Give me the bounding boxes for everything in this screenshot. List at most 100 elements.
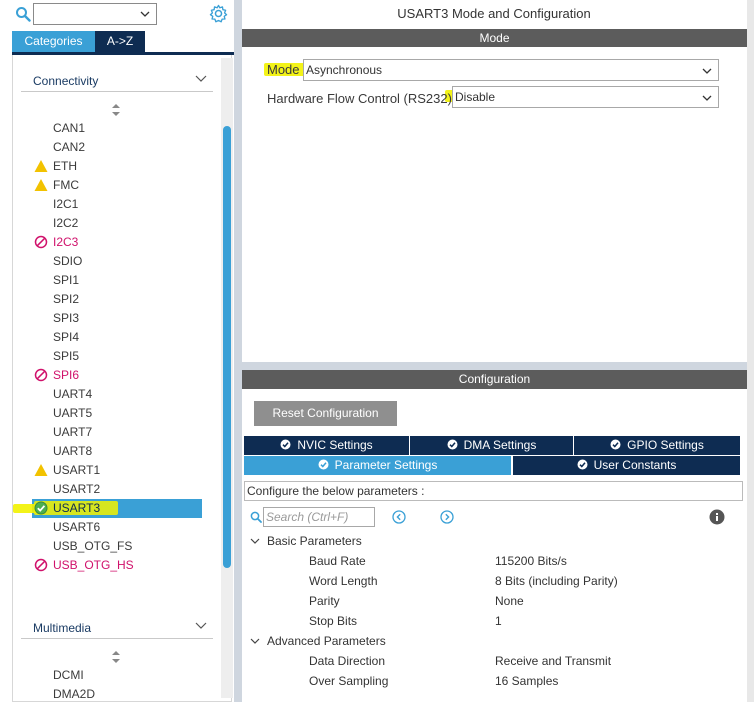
- list-item[interactable]: I2C2: [53, 214, 78, 233]
- list-item[interactable]: UART7: [53, 423, 92, 442]
- next-result-icon[interactable]: [440, 510, 454, 524]
- list-item[interactable]: SPI5: [53, 347, 79, 366]
- param-value[interactable]: 16 Samples: [495, 674, 558, 688]
- tab-dma-settings[interactable]: DMA Settings: [410, 436, 574, 455]
- group-header-connectivity[interactable]: Connectivity: [21, 68, 213, 92]
- search-combo[interactable]: [33, 3, 157, 25]
- right-panel: USART3 Mode and Configuration Mode Mode …: [242, 0, 754, 702]
- tab-label: GPIO Settings: [627, 438, 704, 452]
- chevron-down-icon: [140, 11, 150, 17]
- scroll-arrows-icon[interactable]: [112, 651, 120, 663]
- param-value[interactable]: 115200 Bits/s: [495, 554, 567, 568]
- previous-result-icon[interactable]: [392, 510, 406, 524]
- list-item[interactable]: SPI2: [53, 290, 79, 309]
- group-label: Connectivity: [33, 74, 99, 88]
- tab-nvic-settings[interactable]: NVIC Settings: [244, 436, 410, 455]
- list-item[interactable]: USB_OTG_FS: [53, 537, 132, 556]
- reset-configuration-button[interactable]: Reset Configuration: [254, 401, 397, 426]
- list-item[interactable]: DCMI: [53, 666, 84, 685]
- param-value[interactable]: Receive and Transmit: [495, 654, 611, 668]
- list-item[interactable]: USB_OTG_HS: [53, 556, 134, 575]
- check-circle-icon: [34, 501, 48, 515]
- warning-icon: [34, 160, 48, 172]
- left-scrollbar[interactable]: [221, 58, 233, 698]
- blocked-icon: [34, 368, 48, 382]
- mode-section-header: Mode: [242, 29, 747, 48]
- list-item[interactable]: CAN2: [53, 138, 85, 157]
- chevron-down-icon: [702, 95, 712, 101]
- left-toolbar: [0, 0, 234, 30]
- scroll-arrows-icon[interactable]: [112, 104, 120, 116]
- panel-splitter[interactable]: [234, 0, 242, 702]
- list-item[interactable]: USART6: [53, 518, 100, 537]
- param-name: Over Sampling: [309, 674, 389, 688]
- chevron-down-icon[interactable]: [250, 536, 260, 546]
- list-item[interactable]: FMC: [53, 176, 79, 195]
- mode-select-value: Asynchronous: [306, 63, 383, 77]
- search-icon: [250, 511, 262, 523]
- warning-icon: [34, 464, 48, 476]
- list-item[interactable]: USART2: [53, 480, 100, 499]
- param-name: Stop Bits: [309, 614, 358, 628]
- search-icon[interactable]: [15, 6, 31, 22]
- parameter-search-input[interactable]: Search (Ctrl+F): [263, 507, 375, 527]
- tab-parameter-settings[interactable]: Parameter Settings: [244, 456, 512, 475]
- mode-label: Mode: [267, 62, 300, 77]
- gear-icon[interactable]: [209, 4, 228, 23]
- list-item[interactable]: UART5: [53, 404, 92, 423]
- param-value[interactable]: None: [495, 594, 524, 608]
- right-scrollbar[interactable]: [747, 0, 754, 702]
- list-item[interactable]: USART1: [53, 461, 100, 480]
- left-panel: Categories A->Z Connectivity CAN1 CAN2 E…: [0, 0, 234, 702]
- scrollbar-thumb[interactable]: [223, 126, 231, 568]
- check-circle-icon: [610, 439, 621, 450]
- tab-categories[interactable]: Categories: [12, 31, 95, 52]
- advanced-parameters-group[interactable]: Advanced Parameters: [267, 634, 386, 648]
- blocked-icon: [34, 558, 48, 572]
- list-item[interactable]: ETH: [53, 157, 77, 176]
- param-name: Parity: [309, 594, 340, 608]
- list-item[interactable]: DMA2D: [53, 685, 95, 702]
- list-item[interactable]: SPI3: [53, 309, 79, 328]
- mode-area: Mode Asynchronous Hardware Flow Control …: [242, 47, 747, 362]
- param-value[interactable]: 1: [495, 614, 502, 628]
- category-tabs: Categories A->Z: [12, 31, 145, 52]
- basic-parameters-group[interactable]: Basic Parameters: [267, 534, 362, 548]
- check-circle-icon: [318, 459, 329, 470]
- flow-control-select-value: Disable: [455, 90, 496, 104]
- tab-label: NVIC Settings: [297, 438, 373, 452]
- group-header-multimedia[interactable]: Multimedia: [21, 615, 213, 639]
- chevron-down-icon: [195, 75, 207, 82]
- list-item[interactable]: SPI6: [53, 366, 79, 385]
- tab-label: DMA Settings: [463, 438, 537, 452]
- list-item[interactable]: CAN1: [53, 119, 85, 138]
- configuration-section-header: Configuration: [242, 370, 747, 389]
- flow-control-select[interactable]: Disable: [452, 86, 719, 108]
- list-item-selected[interactable]: USART3: [53, 499, 100, 518]
- tab-gpio-settings[interactable]: GPIO Settings: [574, 436, 741, 455]
- check-circle-icon: [577, 459, 588, 470]
- list-item[interactable]: UART4: [53, 385, 92, 404]
- section-divider: [242, 362, 754, 370]
- tab-a-z[interactable]: A->Z: [95, 31, 145, 52]
- tab-label: Parameter Settings: [334, 458, 438, 472]
- chevron-down-icon: [195, 622, 207, 629]
- list-item[interactable]: SDIO: [53, 252, 82, 271]
- list-item[interactable]: SPI1: [53, 271, 79, 290]
- check-circle-icon: [280, 439, 291, 450]
- param-name: Data Direction: [309, 654, 386, 668]
- mode-select[interactable]: Asynchronous: [303, 59, 719, 81]
- param-value[interactable]: 8 Bits (including Parity): [495, 574, 618, 588]
- flow-control-label: Hardware Flow Control (RS232): [267, 91, 452, 106]
- chevron-down-icon: [702, 68, 712, 74]
- list-item[interactable]: I2C1: [53, 195, 78, 214]
- tab-user-constants[interactable]: User Constants: [513, 456, 741, 475]
- param-name: Baud Rate: [309, 554, 366, 568]
- list-item[interactable]: UART8: [53, 442, 92, 461]
- check-circle-icon: [447, 439, 458, 450]
- info-icon[interactable]: [709, 509, 725, 525]
- list-item[interactable]: SPI4: [53, 328, 79, 347]
- list-item[interactable]: I2C3: [53, 233, 78, 252]
- chevron-down-icon[interactable]: [250, 636, 260, 646]
- blocked-icon: [34, 235, 48, 249]
